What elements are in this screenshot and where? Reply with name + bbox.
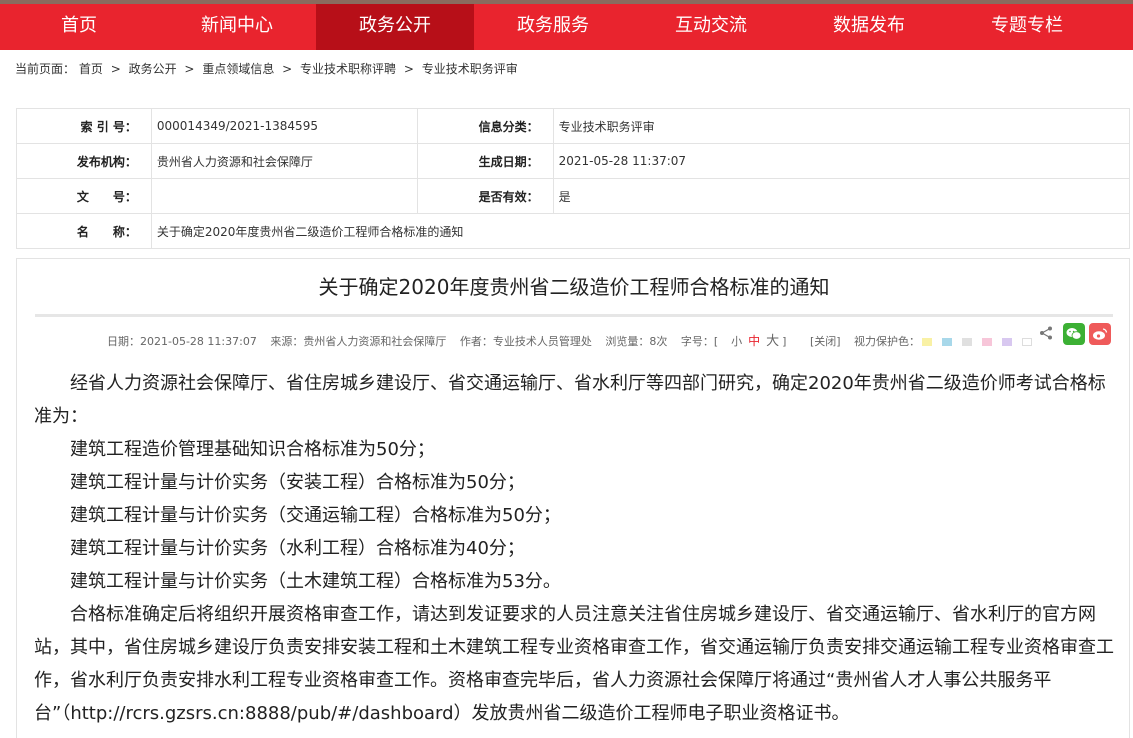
breadcrumb-separator: > — [184, 62, 195, 76]
font-small-button[interactable]: 小 — [731, 335, 742, 348]
breadcrumb-gov[interactable]: 政务公开 — [129, 62, 177, 76]
article-body: 经省人力资源社会保障厅、省住房城乡建设厅、省交通运输厅、省水利厅等四部门研究，确… — [34, 367, 1114, 730]
swatch-white[interactable] — [1022, 338, 1033, 346]
swatch-purple[interactable] — [1002, 338, 1013, 346]
nav-government-affairs[interactable]: 政务公开 — [316, 4, 474, 50]
article-date: 日期：2021-05-28 11:37:07 — [107, 335, 257, 348]
document-meta-table: 索 引 号： 000014349/2021-1384595 信息分类： 专业技术… — [16, 108, 1131, 249]
article-paragraph: 合格标准确定后将组织开展资格审查工作，请达到发证要求的人员注意关注省住房城乡建设… — [34, 604, 1114, 724]
font-size-control: 字号：[ 小中大] — [680, 334, 797, 349]
wechat-icon[interactable] — [1063, 323, 1085, 345]
date-value: 2021-05-28 11:37:07 — [552, 143, 1131, 179]
nav-news[interactable]: 新闻中心 — [158, 4, 316, 50]
breadcrumb-home[interactable]: 首页 — [79, 62, 103, 76]
nav-home[interactable]: 首页 — [0, 4, 158, 50]
article-info-line: 日期：2021-05-28 11:37:07 来源：贵州省人力资源和社会保障厅 … — [107, 330, 1042, 349]
breadcrumb-separator: > — [403, 62, 414, 76]
share-bar — [1039, 323, 1111, 345]
publisher-label: 发布机构： — [16, 143, 152, 179]
breadcrumb-titles[interactable]: 专业技术职称评聘 — [300, 62, 396, 76]
docno-label: 文 号： — [16, 178, 152, 214]
share-icon[interactable] — [1039, 325, 1053, 344]
name-value: 关于确定2020年度贵州省二级造价工程师合格标准的通知 — [150, 213, 1131, 249]
swatch-blue[interactable] — [942, 338, 953, 346]
docno-value — [150, 178, 418, 214]
font-medium-button[interactable]: 中 — [748, 334, 760, 348]
article-paragraph: 建筑工程计量与计价实务（安装工程）合格标准为50分； — [70, 472, 525, 493]
breadcrumb: 当前页面： 首页 > 政务公开 > 重点领域信息 > 专业技术职称评聘 > 专业… — [15, 60, 518, 77]
nav-interaction[interactable]: 互动交流 — [632, 4, 790, 50]
swatch-gray[interactable] — [962, 338, 973, 346]
article-paragraph: 经省人力资源社会保障厅、省住房城乡建设厅、省交通运输厅、省水利厅等四部门研究，确… — [34, 373, 1106, 427]
font-size-close: ] — [782, 335, 787, 348]
publisher-value: 贵州省人力资源和社会保障厅 — [150, 143, 418, 179]
article-author: 作者：专业技术人员管理处 — [459, 335, 592, 348]
table-row: 文 号： 是否有效： 是 — [16, 178, 1131, 214]
valid-value: 是 — [552, 178, 1131, 214]
index-value: 000014349/2021-1384595 — [150, 108, 418, 144]
article-source: 来源：贵州省人力资源和社会保障厅 — [270, 335, 447, 348]
eye-protect-label: 视力保护色： — [854, 335, 921, 348]
weibo-icon[interactable] — [1089, 323, 1111, 345]
nav-services[interactable]: 政务服务 — [474, 4, 632, 50]
article-views: 浏览量：8次 — [605, 335, 668, 348]
table-row: 索 引 号： 000014349/2021-1384595 信息分类： 专业技术… — [16, 108, 1131, 144]
table-row: 发布机构： 贵州省人力资源和社会保障厅 生成日期： 2021-05-28 11:… — [16, 143, 1131, 179]
article-title: 关于确定2020年度贵州省二级造价工程师合格标准的通知 — [318, 275, 830, 299]
main-nav: 首页 新闻中心 政务公开 政务服务 互动交流 数据发布 专题专栏 — [0, 4, 1133, 50]
close-link[interactable]: [关闭] — [810, 335, 841, 348]
index-label: 索 引 号： — [16, 108, 152, 144]
swatch-pink[interactable] — [982, 338, 993, 346]
table-row: 名 称： 关于确定2020年度贵州省二级造价工程师合格标准的通知 — [16, 213, 1131, 249]
article-paragraph: 建筑工程计量与计价实务（水利工程）合格标准为40分； — [70, 538, 525, 559]
title-divider — [35, 314, 1113, 317]
article-paragraph: 建筑工程计量与计价实务（土木建筑工程）合格标准为53分。 — [70, 571, 561, 592]
category-label: 信息分类： — [416, 108, 554, 144]
article-paragraph: 建筑工程造价管理基础知识合格标准为50分； — [70, 439, 435, 460]
breadcrumb-key-areas[interactable]: 重点领域信息 — [202, 62, 274, 76]
breadcrumb-separator: > — [282, 62, 293, 76]
date-label: 生成日期： — [416, 143, 554, 179]
font-large-button[interactable]: 大 — [766, 334, 779, 349]
breadcrumb-review[interactable]: 专业技术职务评审 — [422, 62, 518, 76]
article-paragraph: 建筑工程计量与计价实务（交通运输工程）合格标准为50分； — [70, 505, 561, 526]
category-value: 专业技术职务评审 — [552, 108, 1131, 144]
nav-data[interactable]: 数据发布 — [790, 4, 948, 50]
nav-topics[interactable]: 专题专栏 — [948, 4, 1106, 50]
breadcrumb-separator: > — [110, 62, 121, 76]
breadcrumb-prefix: 当前页面： — [15, 62, 76, 76]
valid-label: 是否有效： — [416, 178, 554, 214]
article-container: 关于确定2020年度贵州省二级造价工程师合格标准的通知 日期：2021-05-2… — [16, 258, 1130, 738]
swatch-yellow[interactable] — [922, 338, 933, 346]
name-label: 名 称： — [16, 213, 152, 249]
font-size-label: 字号：[ — [680, 335, 719, 348]
